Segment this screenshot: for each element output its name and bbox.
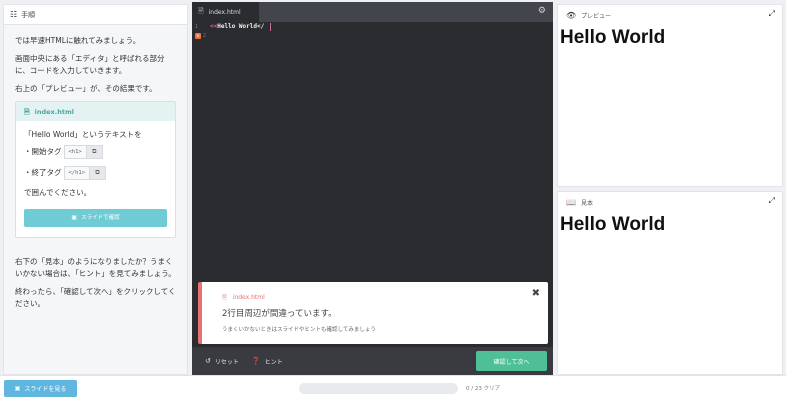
intro-text-3: 右上の「プレビュー」が、その結果です。 — [15, 84, 157, 93]
preview-panel: 👁 プレビュー ⤢ Hello World — [557, 4, 783, 187]
intro-text-2: 画面中央にある「エディタ」と呼ばれる部分に、コードを入力していきます。 — [15, 54, 165, 75]
gear-icon[interactable]: ⚙ — [538, 6, 546, 16]
error-file-name: index.html — [232, 294, 265, 301]
copy-close-tag-button[interactable]: ⧉ — [90, 166, 107, 180]
file-icon: 🗎 — [222, 294, 227, 301]
error-icon: ✕ — [195, 32, 201, 39]
intro-text-1: では早速HTMLに触れてみましょう。 — [15, 36, 141, 45]
progress-text: 0 / 23 クリア — [466, 386, 501, 392]
code-text: <<Hello World</ — [210, 23, 265, 30]
task-card-header: 🗎 index.html — [16, 102, 175, 121]
editor-tabbar: 🗎 index.html ⚙ — [192, 2, 553, 22]
sample-label: 見本 — [580, 199, 593, 207]
file-icon: 🗎 — [198, 6, 204, 15]
text-cursor — [270, 22, 272, 31]
confirm-slide-button[interactable]: ▣ スライドで確認 — [24, 209, 167, 227]
task-card-file: index.html — [34, 107, 74, 116]
reset-button[interactable]: ↺ リセット — [205, 357, 239, 366]
error-popup: 🗎 index.html 2行目周辺が間違っています。 うまくいかないときはスラ… — [198, 282, 548, 344]
open-book-icon: 📖 — [566, 197, 576, 207]
line-number: 2 — [203, 32, 207, 39]
bottom-bar: ▣ スライドを見る 0 / 23 クリア — [0, 375, 786, 401]
instructions-panel: ☷ 手順 では早速HTMLに触れてみましょう。 画面中央にある「エディタ」と呼ば… — [3, 4, 188, 375]
book-icon: ☷ — [10, 10, 18, 19]
preview-output: Hello World — [560, 27, 666, 48]
copy-icon: ⧉ — [92, 148, 97, 155]
slide-icon: ▣ — [14, 385, 21, 392]
open-tag-code: <h1> — [63, 145, 87, 159]
outro-text-1: 右下の「見本」のようになりましたか？うまくいかない場合は、「ヒント」を見てみまし… — [15, 257, 176, 278]
expand-icon[interactable]: ⤢ — [769, 196, 775, 206]
code-editor[interactable]: 1 <<Hello World</ ✕ 2 — [192, 22, 553, 282]
preview-label: プレビュー — [581, 12, 612, 20]
instructions-title: 手順 — [21, 10, 36, 19]
instructions-header: ☷ 手順 — [4, 5, 187, 25]
open-tag-label: ・開始タグ — [24, 147, 62, 156]
error-title: 2行目周辺が間違っています。 — [222, 309, 337, 319]
editor-footer: ↺ リセット ❓ ヒント 確認して次へ — [192, 347, 553, 375]
hint-button[interactable]: ❓ ヒント — [252, 357, 283, 366]
tab-index-html[interactable]: 🗎 index.html — [192, 2, 259, 22]
question-icon: ❓ — [251, 357, 261, 365]
view-slides-button[interactable]: ▣ スライドを見る — [4, 380, 77, 397]
editor-panel: 🗎 index.html ⚙ 1 <<Hello World</ ✕ 2 🗎 in… — [192, 2, 553, 375]
tab-label: index.html — [208, 8, 241, 16]
view-slides-label: スライドを見る — [24, 386, 67, 393]
task-card: 🗎 index.html 「Hello World」というテキストを ・開始タグ… — [15, 101, 176, 238]
task-line-end: で囲んでください。 — [24, 188, 92, 197]
code-line[interactable]: ✕ 2 — [192, 31, 553, 40]
progress-bar — [299, 383, 458, 394]
preview-header: 👁 プレビュー ⤢ — [558, 5, 782, 25]
outro-text-2: 終わったら、「確認して次へ」をクリックしてください。 — [15, 287, 176, 308]
slide-icon: ▣ — [71, 214, 78, 221]
copy-open-tag-button[interactable]: ⧉ — [86, 145, 103, 159]
sample-panel: 📖 見本 ⤢ Hello World — [557, 191, 783, 375]
reset-label: リセット — [214, 358, 239, 366]
close-icon[interactable]: ✖ — [532, 288, 540, 299]
error-hint: うまくいかないときはスライドやヒントも確認してみましょう — [222, 327, 376, 333]
reset-icon: ↺ — [205, 357, 211, 365]
close-tag-label: ・終了タグ — [24, 168, 62, 177]
close-tag-code: </h1> — [63, 166, 91, 180]
copy-icon: ⧉ — [95, 169, 100, 176]
confirm-slide-label: スライドで確認 — [81, 215, 120, 221]
check-next-button[interactable]: 確認して次へ — [476, 351, 547, 371]
expand-icon[interactable]: ⤢ — [769, 9, 775, 19]
eye-icon: 👁 — [566, 10, 577, 20]
hint-label: ヒント — [264, 358, 283, 366]
sample-output: Hello World — [560, 214, 666, 235]
line-number: 1 — [195, 23, 199, 30]
file-icon: 🗎 — [24, 107, 30, 116]
code-line[interactable]: 1 <<Hello World</ — [192, 22, 553, 31]
task-line-1: 「Hello World」というテキストを — [24, 130, 142, 139]
sample-header: 📖 見本 ⤢ — [558, 192, 782, 212]
